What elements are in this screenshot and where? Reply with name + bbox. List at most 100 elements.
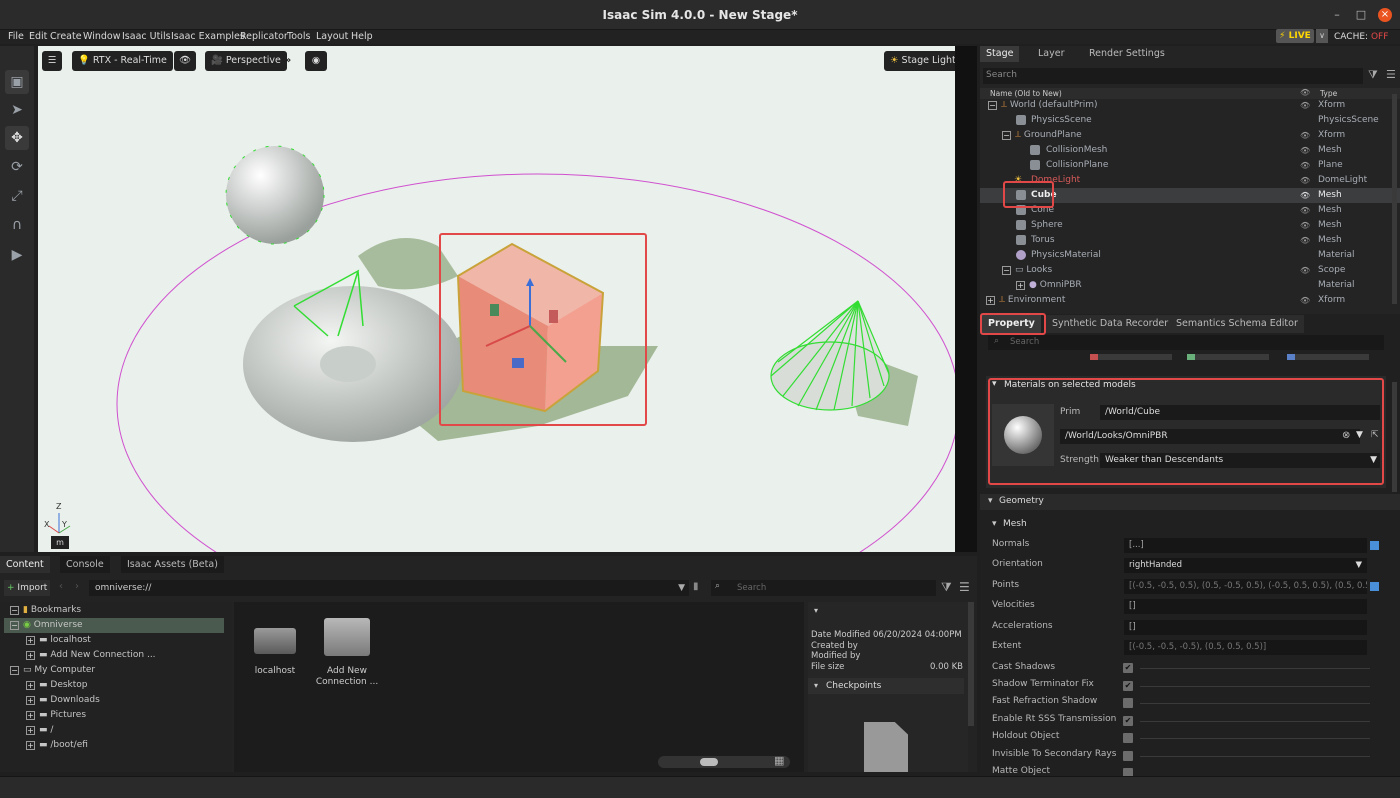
- tree-row-sphere[interactable]: Sphere 👁 Mesh: [980, 218, 1400, 233]
- color-slider-b[interactable]: [1287, 354, 1369, 360]
- forward-arrow-icon[interactable]: ›: [75, 581, 79, 592]
- tree-pictures[interactable]: + ▬ Pictures: [26, 708, 86, 723]
- menu-file[interactable]: File: [8, 30, 24, 44]
- tree-add-connection[interactable]: + ▬ Add New Connection ...: [26, 648, 156, 663]
- collapse-arrow-icon[interactable]: ▾: [814, 606, 818, 615]
- bookmark-icon[interactable]: ▮: [693, 581, 699, 592]
- move-icon[interactable]: ✥: [5, 126, 29, 150]
- scale-icon[interactable]: ⤢: [5, 184, 29, 208]
- tree-row-environment[interactable]: + ⟂ Environment 👁 Xform: [980, 293, 1400, 308]
- fast-refraction-shadow-checkbox[interactable]: [1123, 698, 1133, 708]
- eye-icon[interactable]: 👁: [1300, 98, 1310, 113]
- zoom-slider-handle[interactable]: [700, 758, 718, 766]
- eye-icon[interactable]: 👁: [1300, 143, 1310, 158]
- maximize-button[interactable]: □: [1354, 8, 1368, 22]
- property-search-input[interactable]: ⌕ Search: [988, 335, 1384, 350]
- color-slider-r[interactable]: [1090, 354, 1172, 360]
- eye-icon[interactable]: 👁: [1300, 188, 1310, 203]
- menu-replicator[interactable]: Replicator: [240, 30, 288, 44]
- visibility-eye-icon[interactable]: 👁: [174, 51, 196, 71]
- tab-synthetic-data-recorder[interactable]: Synthetic Data Recorder: [1046, 315, 1175, 333]
- back-arrow-icon[interactable]: ‹: [59, 581, 63, 592]
- property-scrollbar[interactable]: [1392, 382, 1397, 492]
- eye-icon[interactable]: 👁: [1300, 128, 1310, 143]
- content-search-input[interactable]: ⌕ Search: [711, 580, 936, 596]
- tab-semantics-schema-editor[interactable]: Semantics Schema Editor: [1170, 315, 1304, 333]
- menu-help[interactable]: Help: [351, 30, 373, 44]
- cache-status[interactable]: CACHE: OFF: [1334, 30, 1388, 44]
- col-type[interactable]: Type: [1320, 89, 1337, 98]
- tree-my-computer[interactable]: − ▭ My Computer: [10, 663, 95, 678]
- tree-omniverse[interactable]: − ◉ Omniverse: [4, 618, 224, 633]
- tree-row-looks[interactable]: − ▭ Looks 👁 Scope: [980, 263, 1400, 278]
- tab-stage[interactable]: Stage: [980, 46, 1020, 62]
- folder-icon[interactable]: [324, 618, 370, 656]
- menu-layout[interactable]: Layout: [316, 30, 348, 44]
- live-dropdown[interactable]: ∨: [1316, 29, 1328, 43]
- mesh-section-header[interactable]: ▾ Mesh: [980, 517, 1400, 532]
- tree-row-torus[interactable]: Torus 👁 Mesh: [980, 233, 1400, 248]
- collapse-icon[interactable]: −: [988, 101, 997, 110]
- tree-row-collisionmesh[interactable]: CollisionMesh 👁 Mesh: [980, 143, 1400, 158]
- renderer-button[interactable]: 💡 RTX - Real-Time: [72, 51, 173, 71]
- options-menu-icon[interactable]: ☰: [959, 580, 970, 594]
- camera-button[interactable]: 🎥 Perspective: [205, 51, 287, 71]
- collapse-icon[interactable]: −: [1002, 131, 1011, 140]
- zoom-slider[interactable]: [658, 756, 790, 768]
- minimize-button[interactable]: –: [1330, 8, 1344, 22]
- tree-row-omnipbr[interactable]: + ● OmniPBR Material: [980, 278, 1400, 293]
- eye-icon[interactable]: 👁: [1300, 173, 1310, 188]
- menu-isaac-utils[interactable]: Isaac Utils: [122, 30, 171, 44]
- tree-boot-efi[interactable]: + ▬ /boot/efi: [26, 738, 88, 753]
- eye-icon[interactable]: 👁: [1300, 218, 1310, 233]
- import-button[interactable]: + Import: [4, 580, 50, 596]
- normals-indicator-icon[interactable]: [1370, 541, 1379, 550]
- color-slider-g[interactable]: [1187, 354, 1269, 360]
- points-indicator-icon[interactable]: [1370, 582, 1379, 591]
- select-mode-icon[interactable]: ▣: [5, 70, 29, 94]
- stage-search-input[interactable]: Search: [983, 68, 1363, 84]
- tab-layer[interactable]: Layer: [1032, 46, 1071, 62]
- invisible-to-secondary-rays-checkbox[interactable]: [1123, 751, 1133, 761]
- viewport[interactable]: ☰ 💡 RTX - Real-Time 👁 🎥 Perspective » ◉ …: [38, 46, 977, 552]
- tree-bookmarks[interactable]: − ▮ Bookmarks: [10, 603, 81, 618]
- menu-isaac-examples[interactable]: Isaac Examples: [171, 30, 245, 44]
- cast-shadows-checkbox[interactable]: ✔: [1123, 663, 1133, 673]
- tab-console[interactable]: Console: [60, 556, 110, 573]
- menu-edit[interactable]: Edit: [29, 30, 47, 44]
- server-icon[interactable]: [254, 628, 296, 654]
- select-arrow-icon[interactable]: ➤: [5, 98, 29, 122]
- tree-row-world[interactable]: − ⟂ World (defaultPrim) 👁 Xform: [980, 98, 1400, 113]
- expand-icon[interactable]: +: [986, 296, 995, 305]
- tree-row-physicsscene[interactable]: PhysicsScene PhysicsScene: [980, 113, 1400, 128]
- audio-icon[interactable]: ◉: [305, 51, 327, 71]
- viewport-settings-icon[interactable]: ☰: [42, 51, 62, 71]
- tab-render-settings[interactable]: Render Settings: [1083, 46, 1171, 62]
- close-button[interactable]: ×: [1378, 8, 1392, 22]
- eye-icon[interactable]: 👁: [1300, 203, 1310, 218]
- extent-field[interactable]: [(-0.5, -0.5, -0.5), (0.5, 0.5, 0.5)]: [1124, 640, 1367, 655]
- snap-magnet-icon[interactable]: ∩: [5, 213, 29, 237]
- expand-icon[interactable]: +: [1016, 281, 1025, 290]
- normals-field[interactable]: [...]: [1124, 538, 1367, 553]
- grid-item-label[interactable]: Add New Connection ...: [310, 666, 384, 688]
- collapse-icon[interactable]: −: [1002, 266, 1011, 275]
- eye-icon[interactable]: 👁: [1300, 233, 1310, 248]
- tree-row-collisionplane[interactable]: CollisionPlane 👁 Plane: [980, 158, 1400, 173]
- content-scrollbar[interactable]: [968, 602, 974, 726]
- eye-icon[interactable]: 👁: [1300, 158, 1310, 173]
- tree-desktop[interactable]: + ▬ Desktop: [26, 678, 88, 693]
- checkpoints-header[interactable]: ▾ Checkpoints: [808, 678, 964, 694]
- velocities-field[interactable]: []: [1124, 599, 1367, 614]
- eye-icon[interactable]: 👁: [1300, 263, 1310, 278]
- rotate-icon[interactable]: ⟳: [5, 155, 29, 179]
- tree-root[interactable]: + ▬ /: [26, 723, 53, 738]
- play-icon[interactable]: ▶: [5, 243, 29, 267]
- options-menu-icon[interactable]: ☰: [1386, 68, 1396, 81]
- tree-row-physicsmaterial[interactable]: PhysicsMaterial Material: [980, 248, 1400, 263]
- camera-expand-icon[interactable]: »: [285, 51, 297, 71]
- accelerations-field[interactable]: []: [1124, 620, 1367, 635]
- holdout-object-checkbox[interactable]: [1123, 733, 1133, 743]
- grid-item-label[interactable]: localhost: [242, 666, 308, 676]
- geometry-section-header[interactable]: ▾ Geometry: [980, 494, 1400, 510]
